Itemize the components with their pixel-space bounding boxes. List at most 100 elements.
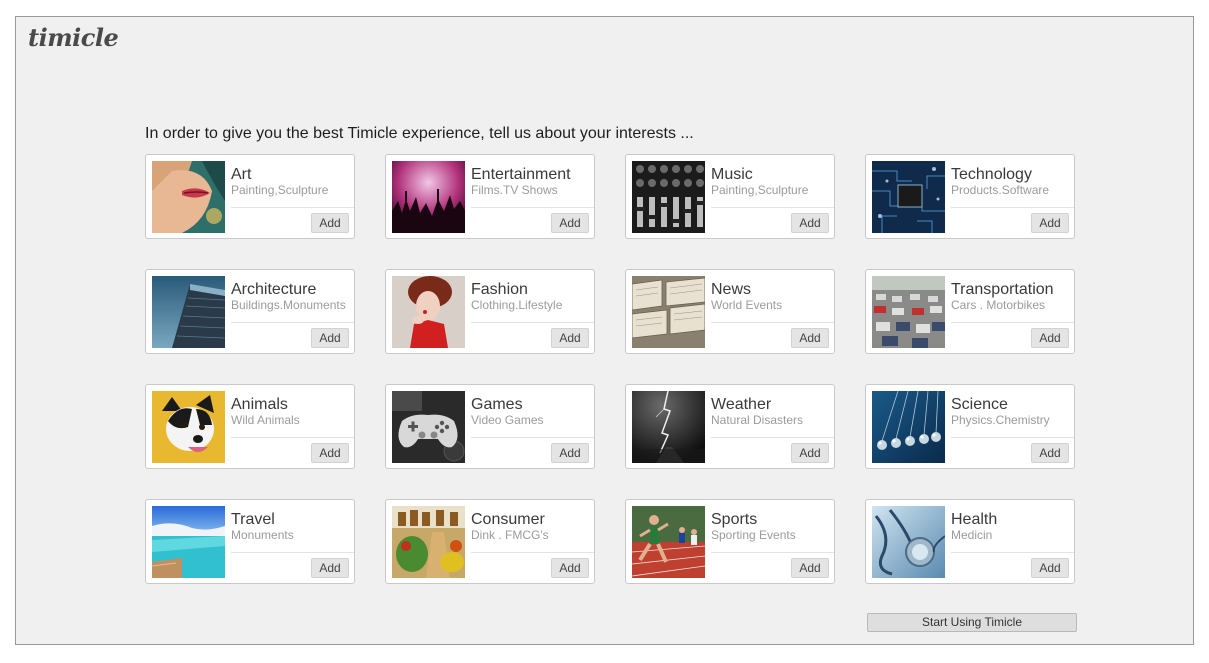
interest-subtitle: Video Games [471,413,544,427]
interest-card-travel: Travel Monuments Add [145,499,355,584]
add-music-button[interactable]: Add [791,213,829,233]
interest-card-sports: Sports Sporting Events Add [625,499,835,584]
interest-card-transportation: Transportation Cars . Motorbikes Add [865,269,1075,354]
interest-subtitle: World Events [711,298,783,312]
grocery-image [392,506,465,578]
dog-image [152,391,225,463]
interest-title: News [711,281,752,298]
interest-card-entertainment: Entertainment Films.TV Shows Add [385,154,595,239]
interest-card-consumer: Consumer Dink . FMCG's Add [385,499,595,584]
beach-pool-image [152,506,225,578]
divider [951,437,1074,438]
interest-title: Health [951,511,998,528]
interest-subtitle: Natural Disasters [711,413,804,427]
interest-title: Fashion [471,281,528,298]
timicle-logo[interactable]: timicle [28,23,119,52]
interest-card-weather: Weather Natural Disasters Add [625,384,835,469]
interest-subtitle: Clothing.Lifestyle [471,298,563,312]
interest-card-architecture: Architecture Buildings.Monuments Add [145,269,355,354]
interest-card-fashion: Fashion Clothing.Lifestyle Add [385,269,595,354]
add-architecture-button[interactable]: Add [311,328,349,348]
fashion-model-image [392,276,465,348]
interest-card-health: Health Medicin Add [865,499,1075,584]
divider [231,437,354,438]
interest-subtitle: Physics.Chemistry [951,413,1050,427]
interest-title: Transportation [951,281,1054,298]
add-technology-button[interactable]: Add [1031,213,1069,233]
divider [711,207,834,208]
interest-title: Games [471,396,523,413]
add-fashion-button[interactable]: Add [551,328,589,348]
interest-card-music: Music Painting,Sculpture Add [625,154,835,239]
interest-subtitle: Sporting Events [711,528,796,542]
interest-subtitle: Medicin [951,528,993,542]
add-games-button[interactable]: Add [551,443,589,463]
add-health-button[interactable]: Add [1031,558,1069,578]
divider [471,552,594,553]
circuit-board-image [872,161,945,233]
interest-card-animals: Animals Wild Animals Add [145,384,355,469]
add-news-button[interactable]: Add [791,328,829,348]
divider [951,207,1074,208]
add-weather-button[interactable]: Add [791,443,829,463]
interest-subtitle: Painting,Sculpture [711,183,809,197]
game-controller-image [392,391,465,463]
add-sports-button[interactable]: Add [791,558,829,578]
intro-heading: In order to give you the best Timicle ex… [145,125,694,142]
interest-card-games: Games Video Games Add [385,384,595,469]
divider [471,437,594,438]
interest-title: Architecture [231,281,317,298]
lightning-image [632,391,705,463]
newtons-cradle-image [872,391,945,463]
interest-subtitle: Wild Animals [231,413,300,427]
interest-subtitle: Cars . Motorbikes [951,298,1046,312]
divider [231,207,354,208]
add-consumer-button[interactable]: Add [551,558,589,578]
interest-card-technology: Technology Products.Software Add [865,154,1075,239]
interest-subtitle: Buildings.Monuments [231,298,346,312]
interest-card-science: Science Physics.Chemistry Add [865,384,1075,469]
stethoscope-image [872,506,945,578]
interest-subtitle: Painting,Sculpture [231,183,329,197]
divider [711,322,834,323]
divider [711,552,834,553]
interest-title: Consumer [471,511,545,528]
divider [471,322,594,323]
interest-subtitle: Dink . FMCG's [471,528,549,542]
divider [231,552,354,553]
interest-subtitle: Monuments [231,528,294,542]
start-using-timicle-button[interactable]: Start Using Timicle [867,613,1077,632]
app-window: timicle In order to give you the best Ti… [15,16,1194,645]
interest-title: Sports [711,511,758,528]
interest-card-art: Art Painting,Sculpture Add [145,154,355,239]
add-science-button[interactable]: Add [1031,443,1069,463]
interest-title: Music [711,166,753,183]
interest-subtitle: Products.Software [951,183,1050,197]
interest-card-news: News World Events Add [625,269,835,354]
newspapers-image [632,276,705,348]
divider [711,437,834,438]
interest-title: Science [951,396,1008,413]
divider [471,207,594,208]
interest-title: Animals [231,396,288,413]
add-travel-button[interactable]: Add [311,558,349,578]
interest-title: Entertainment [471,166,571,183]
divider [951,322,1074,323]
mixing-console-image [632,161,705,233]
add-entertainment-button[interactable]: Add [551,213,589,233]
interest-title: Travel [231,511,275,528]
concert-crowd-image [392,161,465,233]
divider [231,322,354,323]
add-animals-button[interactable]: Add [311,443,349,463]
interest-title: Weather [711,396,772,413]
divider [951,552,1074,553]
interest-subtitle: Films.TV Shows [471,183,558,197]
runners-image [632,506,705,578]
interest-title: Technology [951,166,1032,183]
traffic-image [872,276,945,348]
interest-title: Art [231,166,252,183]
art-portrait-image [152,161,225,233]
add-transportation-button[interactable]: Add [1031,328,1069,348]
skyscraper-image [152,276,225,348]
add-art-button[interactable]: Add [311,213,349,233]
